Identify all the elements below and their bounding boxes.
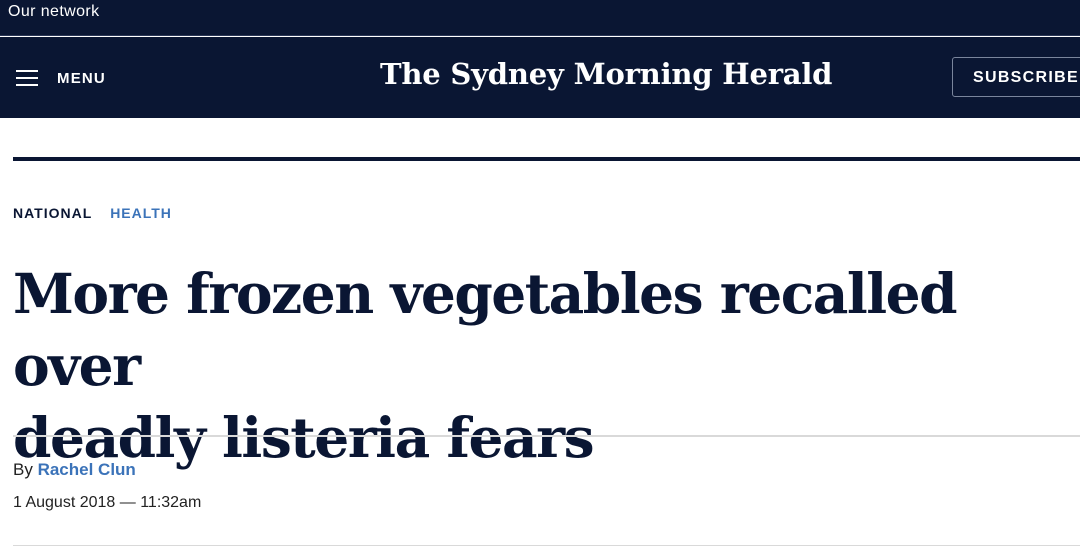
tag-health[interactable]: HEALTH [110, 205, 172, 221]
byline-divider [13, 545, 1080, 546]
author-link[interactable]: Rachel Clun [38, 460, 136, 479]
headline-line-1: More frozen vegetables recalled over [13, 261, 958, 398]
headline-divider [13, 435, 1080, 437]
site-header: MENU The Sydney Morning Herald SUBSCRIBE [0, 37, 1080, 118]
site-logo[interactable]: The Sydney Morning Herald [380, 57, 832, 91]
network-bar: Our network [0, 0, 1080, 36]
header-divider [13, 157, 1080, 161]
our-network-link[interactable]: Our network [8, 3, 100, 21]
byline-prefix: By [13, 460, 33, 479]
article-headline: More frozen vegetables recalled over dead… [13, 258, 1073, 474]
hamburger-icon [16, 69, 38, 87]
publish-date: 1 August 2018 — 11:32am [13, 494, 202, 511]
subscribe-button[interactable]: SUBSCRIBE [952, 57, 1080, 97]
byline: By Rachel Clun [13, 460, 136, 480]
tag-national[interactable]: NATIONAL [13, 205, 92, 221]
article-tags: NATIONAL HEALTH [13, 205, 172, 221]
menu-label: MENU [57, 69, 106, 87]
menu-button[interactable]: MENU [16, 61, 116, 95]
